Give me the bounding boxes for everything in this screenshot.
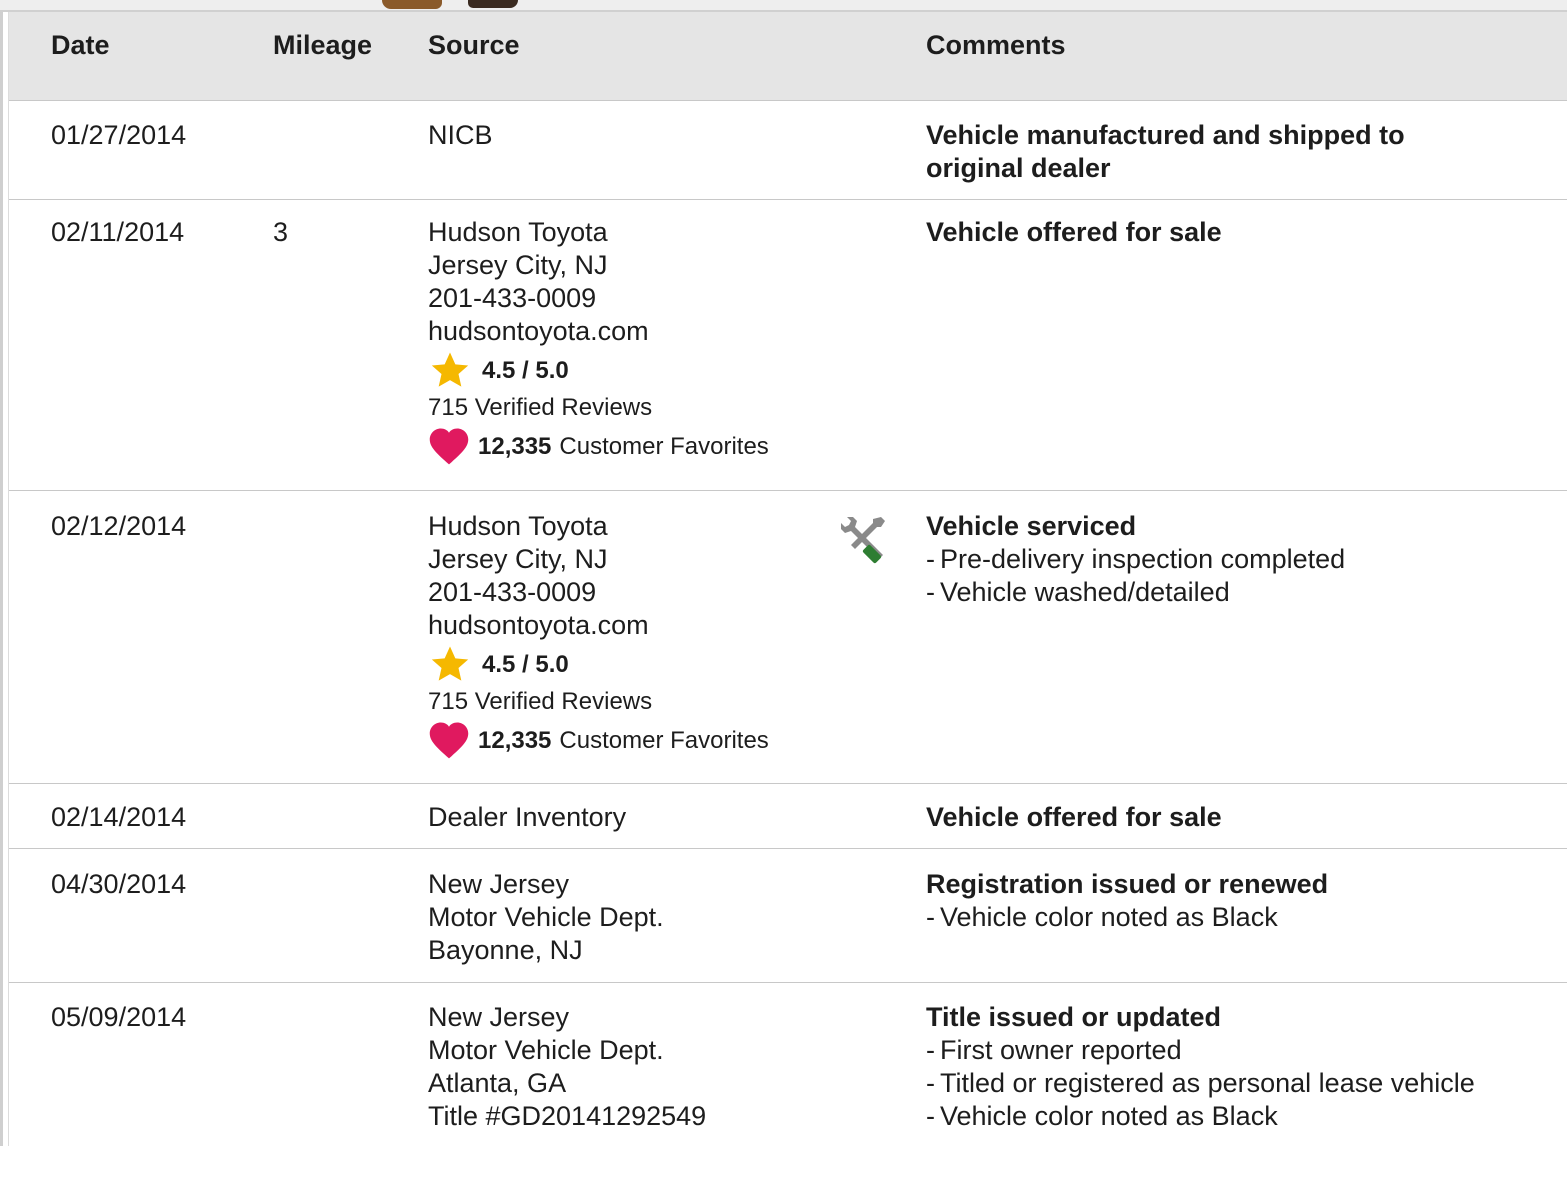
table-header: Date Mileage Source Comments xyxy=(9,12,1567,101)
table-row: 05/09/2014 New Jersey Motor Vehicle Dept… xyxy=(9,983,1567,1183)
row-source: New Jersey Motor Vehicle Dept. Atlanta, … xyxy=(428,1001,706,1133)
comment-detail: Vehicle color noted as Black xyxy=(926,901,1486,934)
row-comments: Vehicle offered for sale xyxy=(926,216,1486,249)
row-date: 04/30/2014 xyxy=(51,869,187,899)
star-icon xyxy=(431,352,469,387)
heart-icon xyxy=(429,428,469,465)
top-image-strip xyxy=(0,0,1567,12)
star-icon xyxy=(431,646,469,681)
comment-detail: Titled or registered as personal lease v… xyxy=(926,1067,1486,1100)
table-row: 02/11/2014 3 Hudson Toyota Jersey City, … xyxy=(9,200,1567,491)
comment-detail: First owner reported xyxy=(926,1034,1486,1067)
source-line: Atlanta, GA xyxy=(428,1068,567,1098)
table-row: 04/30/2014 New Jersey Motor Vehicle Dept… xyxy=(9,849,1567,983)
row-source: Hudson Toyota Jersey City, NJ 201-433-00… xyxy=(428,216,769,466)
table-row: 01/27/2014 NICB Vehicle manufactured and… xyxy=(9,101,1567,200)
row-comments: Vehicle offered for sale xyxy=(926,801,1486,834)
row-comments: Vehicle manufactured and shipped to orig… xyxy=(926,119,1486,185)
dealer-rating[interactable]: 4.5 / 5.0 xyxy=(428,350,769,390)
page-left-border xyxy=(0,0,3,1146)
column-header-date[interactable]: Date xyxy=(51,12,110,78)
column-header-source[interactable]: Source xyxy=(428,12,520,78)
row-comments: Registration issued or renewed Vehicle c… xyxy=(926,868,1486,934)
row-date: 02/14/2014 xyxy=(51,802,187,832)
verified-reviews-link[interactable]: 715 Verified Reviews xyxy=(428,684,769,720)
dealer-location: Jersey City, NJ xyxy=(428,544,608,574)
title-number: Title #GD20141292549 xyxy=(428,1101,707,1131)
comment-title: Registration issued or renewed xyxy=(926,869,1329,899)
dealer-name-link[interactable]: Hudson Toyota xyxy=(428,510,769,543)
row-date: 05/09/2014 xyxy=(51,1002,187,1032)
heart-icon xyxy=(429,722,469,759)
dealer-website-link[interactable]: hudsontoyota.com xyxy=(428,609,769,642)
column-header-mileage[interactable]: Mileage xyxy=(273,12,372,78)
row-source: New Jersey Motor Vehicle Dept. Bayonne, … xyxy=(428,868,664,967)
dealer-phone[interactable]: 201-433-0009 xyxy=(428,576,769,609)
row-date: 01/27/2014 xyxy=(51,120,187,150)
source-line: New Jersey xyxy=(428,1002,570,1032)
dealer-rating[interactable]: 4.5 / 5.0 xyxy=(428,644,769,684)
comment-title: Vehicle offered for sale xyxy=(926,802,1222,832)
vehicle-history-table: Date Mileage Source Comments 01/27/2014 … xyxy=(9,12,1567,1183)
row-source: Hudson Toyota Jersey City, NJ 201-433-00… xyxy=(428,510,769,760)
source-line: Dealer Inventory xyxy=(428,802,627,832)
table-row: 02/14/2014 Dealer Inventory Vehicle offe… xyxy=(9,784,1567,849)
row-date: 02/12/2014 xyxy=(51,511,187,541)
customer-favorites[interactable]: 12,335 Customer Favorites xyxy=(428,426,769,466)
source-line: New Jersey xyxy=(428,869,570,899)
comment-title: Title issued or updated xyxy=(926,1002,1222,1032)
wrench-screwdriver-icon xyxy=(841,517,885,564)
source-line: Motor Vehicle Dept. xyxy=(428,902,664,932)
table-row: 02/12/2014 Hudson Toyota Jersey City, NJ… xyxy=(9,491,1567,784)
comment-detail: Vehicle color noted as Black xyxy=(926,1100,1486,1133)
vehicle-photo-thumbnail xyxy=(372,0,532,10)
row-comments: Title issued or updated First owner repo… xyxy=(926,1001,1486,1133)
comment-detail: Pre-delivery inspection completed xyxy=(926,543,1486,576)
source-line: NICB xyxy=(428,120,493,150)
comment-title: Vehicle serviced xyxy=(926,511,1137,541)
verified-reviews-link[interactable]: 715 Verified Reviews xyxy=(428,390,769,426)
row-mileage: 3 xyxy=(273,217,289,247)
source-line: Motor Vehicle Dept. xyxy=(428,1035,664,1065)
comment-title: Vehicle manufactured and shipped to orig… xyxy=(926,120,1405,183)
row-date: 02/11/2014 xyxy=(51,217,185,247)
dealer-phone[interactable]: 201-433-0009 xyxy=(428,282,769,315)
favorites-label: Customer Favorites xyxy=(559,726,769,754)
row-source: Dealer Inventory xyxy=(428,801,626,834)
dealer-location: Jersey City, NJ xyxy=(428,250,608,280)
dealer-website-link[interactable]: hudsontoyota.com xyxy=(428,315,769,348)
rating-value: 4.5 / 5.0 xyxy=(482,650,569,678)
comment-title: Vehicle offered for sale xyxy=(926,217,1222,247)
customer-favorites[interactable]: 12,335 Customer Favorites xyxy=(428,720,769,760)
column-header-comments[interactable]: Comments xyxy=(926,12,1066,78)
favorites-count: 12,335 xyxy=(478,432,552,460)
row-source: NICB xyxy=(428,119,493,152)
favorites-count: 12,335 xyxy=(478,726,552,754)
row-comments: Vehicle serviced Pre-delivery inspection… xyxy=(926,510,1486,609)
rating-value: 4.5 / 5.0 xyxy=(482,356,569,384)
favorites-label: Customer Favorites xyxy=(559,432,769,460)
comment-detail: Vehicle washed/detailed xyxy=(926,576,1486,609)
source-line: Bayonne, NJ xyxy=(428,935,583,965)
dealer-name-link[interactable]: Hudson Toyota xyxy=(428,216,769,249)
